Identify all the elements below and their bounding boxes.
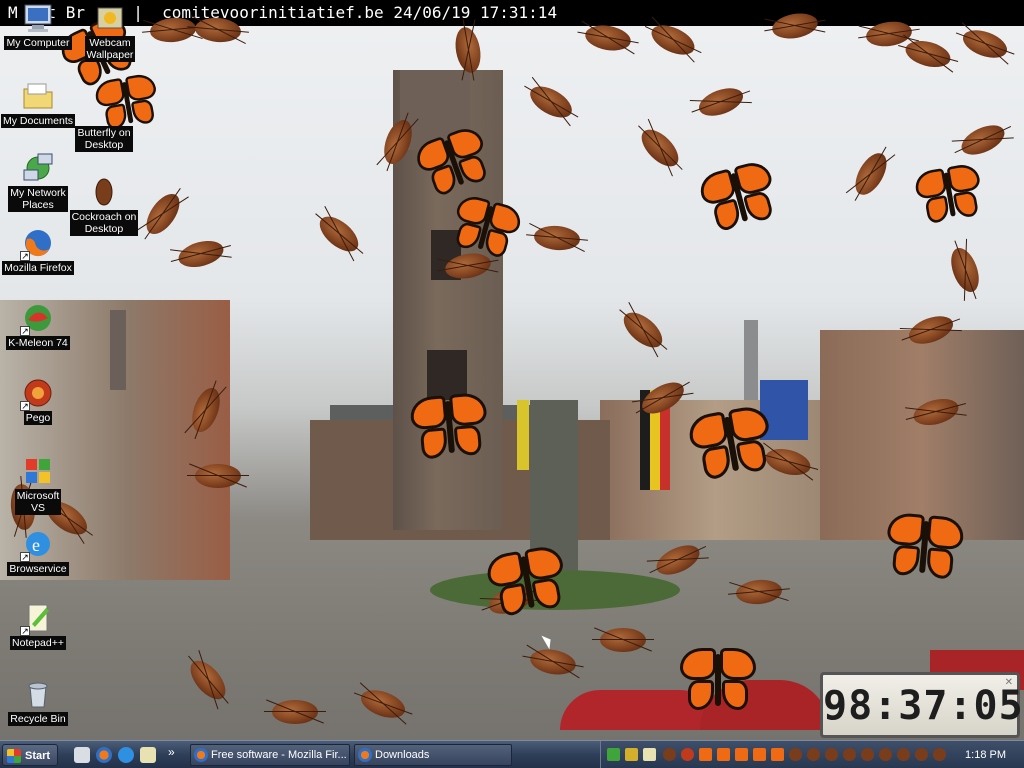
butterfly-icon[interactable] — [753, 748, 766, 761]
desktop-icon-label: My Network Places — [8, 186, 68, 212]
shortcut-arrow-icon: ↗ — [20, 626, 30, 636]
desktop-icon-my-computer[interactable]: My Computer — [0, 2, 76, 50]
cockroach-icon[interactable] — [897, 748, 910, 761]
cockroach-icon — [88, 176, 120, 208]
butterfly-icon — [88, 92, 120, 124]
desktop-icon-mozilla-firefox[interactable]: ↗ Mozilla Firefox — [0, 227, 76, 275]
network-icon — [22, 152, 54, 184]
butterfly-sprite[interactable] — [678, 648, 758, 718]
desktop-icon-k-meleon[interactable]: ↗ K-Meleon 74 — [0, 302, 76, 350]
butterfly-icon[interactable] — [699, 748, 712, 761]
desktop-icon-my-network-places[interactable]: My Network Places — [0, 152, 76, 212]
cockroach-icon[interactable] — [825, 748, 838, 761]
left-spire — [110, 310, 126, 390]
desktop-icon-recycle-bin[interactable]: Recycle Bin — [0, 678, 76, 726]
desktop-icon-label: My Computer — [4, 36, 72, 50]
cockroach-icon[interactable] — [843, 748, 856, 761]
ie-icon: e ↗ — [20, 528, 54, 562]
start-label: Start — [25, 750, 51, 762]
cockroach-icon[interactable] — [933, 748, 946, 761]
desktop-icon-label: Cockroach on Desktop — [69, 210, 139, 236]
desktop-icon-label: My Documents — [0, 114, 76, 128]
system-tray: 1:18 PM — [600, 741, 1024, 768]
tray-icon[interactable] — [643, 748, 656, 761]
desktop-icon-browservice[interactable]: e ↗ Browservice — [0, 528, 76, 576]
firefox-icon — [194, 748, 208, 762]
butterfly-sprite[interactable] — [684, 403, 779, 491]
folder-icon — [22, 80, 54, 112]
butterfly-sprite[interactable] — [911, 162, 988, 232]
cockroach-icon[interactable] — [879, 748, 892, 761]
desktop-icon-label: Mozilla Firefox — [2, 261, 74, 275]
desktop-icon-label: Pego — [23, 411, 53, 425]
shortcut-arrow-icon: ↗ — [20, 401, 30, 411]
firefox-icon — [358, 748, 372, 762]
desktop-icon-label: Webcam Wallpaper — [84, 36, 136, 62]
desktop-icon-label: Recycle Bin — [8, 712, 68, 726]
cockroach-sprite[interactable] — [187, 464, 249, 488]
taskbar-clock[interactable]: 1:18 PM — [965, 741, 1006, 768]
search-icon[interactable] — [140, 747, 156, 763]
digital-clock-widget[interactable]: 98:37:05 ✕ — [820, 672, 1024, 738]
flag-yellow — [517, 400, 529, 470]
taskbar-item-firefox[interactable]: Free software - Mozilla Fir... — [190, 744, 350, 766]
butterfly-icon[interactable] — [717, 748, 730, 761]
desktop-icon-notepad-plus-plus[interactable]: ↗ Notepad++ — [0, 602, 76, 650]
butterfly-sprite[interactable] — [881, 511, 967, 589]
start-button[interactable]: Start — [2, 744, 58, 766]
taskbar-item-downloads[interactable]: Downloads — [354, 744, 512, 766]
recycle-bin-icon — [22, 678, 54, 710]
desktop-icon-my-documents[interactable]: My Documents — [0, 80, 76, 128]
cockroach-icon[interactable] — [861, 748, 874, 761]
cockroach-icon[interactable] — [789, 748, 802, 761]
cockroach-icon[interactable] — [915, 748, 928, 761]
cockroach-sprite[interactable] — [592, 628, 654, 652]
shortcut-arrow-icon: ↗ — [20, 552, 30, 562]
ie-icon[interactable] — [118, 747, 134, 763]
tray-icon[interactable] — [607, 748, 620, 761]
church-spire — [744, 320, 758, 400]
cockroach-sprite[interactable] — [264, 700, 326, 724]
desktop-icon-label: Browservice — [7, 562, 69, 576]
desktop-icon-label: K-Meleon 74 — [6, 336, 70, 350]
butterfly-icon[interactable] — [735, 748, 748, 761]
desktop-icon-label: Butterfly on Desktop — [75, 126, 133, 152]
clock-digits: 98:37:05 — [823, 683, 1024, 729]
notepad-icon: ↗ — [20, 602, 54, 636]
taskbar-item-label: Free software - Mozilla Fir... — [211, 749, 347, 761]
desktop-icon-label: Notepad++ — [10, 636, 66, 650]
desktop-icon-butterfly-on-desktop[interactable]: Butterfly on Desktop — [66, 92, 142, 152]
pego-icon: ↗ — [20, 377, 54, 411]
tray-icon[interactable] — [625, 748, 638, 761]
firefox-icon[interactable] — [96, 747, 112, 763]
tray-icon[interactable] — [681, 748, 694, 761]
computer-icon — [22, 2, 54, 34]
show-desktop-icon[interactable] — [74, 747, 90, 763]
taskbar-item-label: Downloads — [375, 749, 430, 761]
firefox-icon: ↗ — [20, 227, 54, 261]
butterfly-sprite[interactable] — [407, 391, 493, 469]
butterfly-sprite[interactable] — [483, 543, 574, 627]
taskbar: Start » Free software - Mozilla Fir... D… — [0, 740, 1024, 768]
cockroach-icon[interactable] — [807, 748, 820, 761]
quick-launch-more-button[interactable]: » — [168, 745, 175, 759]
desktop-icon-webcam-wallpaper[interactable]: Webcam Wallpaper — [72, 2, 148, 62]
svg-text:e: e — [32, 535, 40, 555]
shortcut-arrow-icon: ↗ — [20, 326, 30, 336]
right-buildings — [820, 330, 1024, 540]
desktop-icon-label: Microsoft VS — [14, 489, 62, 515]
shortcut-arrow-icon: ↗ — [20, 251, 30, 261]
close-icon[interactable]: ✕ — [1005, 677, 1013, 688]
kmeleon-icon: ↗ — [20, 302, 54, 336]
windows-logo-icon — [7, 749, 21, 763]
desktop-icon-pego[interactable]: ↗ Pego — [0, 377, 76, 425]
butterfly-icon[interactable] — [771, 748, 784, 761]
desktop-icon-cockroach-on-desktop[interactable]: Cockroach on Desktop — [66, 176, 142, 236]
desktop-icon-microsoft-vs[interactable]: Microsoft VS — [0, 455, 76, 515]
microsoft-icon — [22, 455, 54, 487]
webcam-icon — [94, 2, 126, 34]
cockroach-icon[interactable] — [663, 748, 676, 761]
